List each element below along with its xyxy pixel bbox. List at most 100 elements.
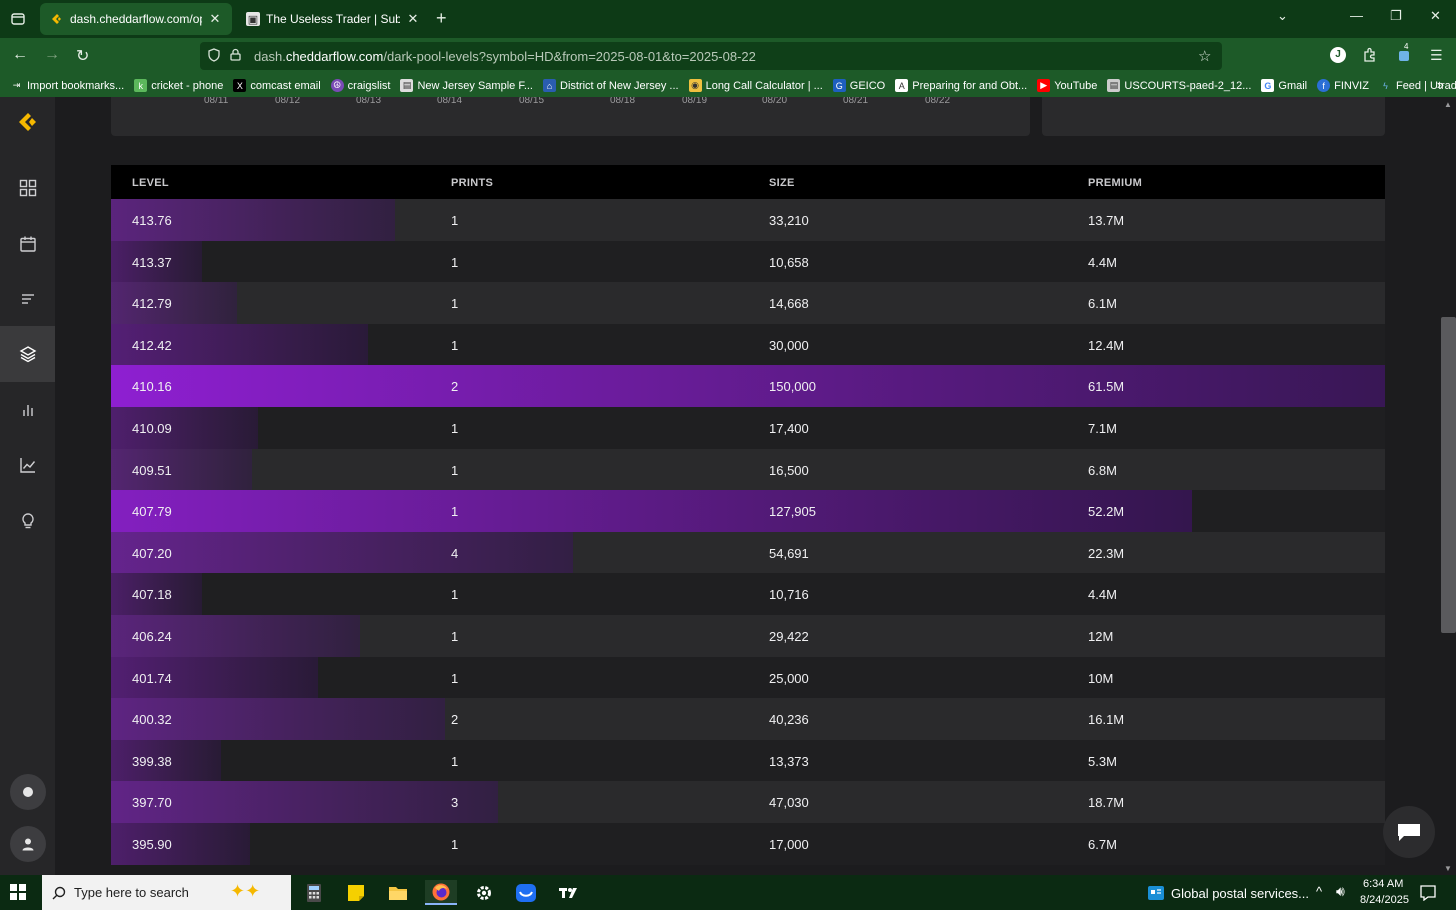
- document-icon: A: [895, 79, 909, 92]
- table-row[interactable]: 397.70 3 47,030 18.7M: [111, 781, 1385, 823]
- firefox-icon[interactable]: [425, 880, 457, 905]
- cell-level: 397.70: [132, 795, 172, 811]
- dark-pool-layers-icon[interactable]: [0, 326, 55, 382]
- bar-stats-icon[interactable]: [0, 382, 55, 438]
- table-row[interactable]: 413.37 1 10,658 4.4M: [111, 240, 1385, 283]
- windows-start-icon[interactable]: [10, 884, 26, 905]
- cell-prints: 1: [451, 587, 459, 603]
- volume-icon[interactable]: 🔊︎: [1336, 883, 1345, 900]
- bookmark-utradea[interactable]: ϟ Feed | Utradea: [1379, 79, 1456, 92]
- header-premium[interactable]: PREMIUM: [1088, 177, 1142, 189]
- bookmark-label: cricket - phone: [151, 79, 224, 92]
- app-blue-icon[interactable]: [510, 880, 542, 905]
- calculator-app-icon[interactable]: [298, 880, 330, 905]
- bookmark-craigslist[interactable]: ☮ craigslist: [330, 79, 390, 92]
- address-bar[interactable]: dash.cheddarflow.com/dark-pool-levels?sy…: [200, 42, 1222, 70]
- bookmark-long-call[interactable]: ◉ Long Call Calculator | ...: [688, 79, 823, 92]
- tab-cheddarflow[interactable]: dash.cheddarflow.com/options ✕: [40, 3, 232, 35]
- lightbulb-icon[interactable]: [0, 493, 55, 549]
- tray-chevron-icon[interactable]: ^: [1316, 884, 1322, 899]
- scroll-up-icon[interactable]: ▲: [1444, 100, 1452, 109]
- table-row[interactable]: 395.90 1 17,000 6.7M: [111, 822, 1385, 865]
- table-body: 413.76 1 33,210 13.7M 413.37 1 10,658 4.4M 412.7…: [111, 199, 1385, 865]
- bookmark-label: GEICO: [849, 79, 886, 92]
- bookmark-gmail[interactable]: G Gmail: [1261, 79, 1307, 92]
- table-row[interactable]: 412.42 1 30,000 12.4M: [111, 323, 1385, 366]
- clock-date[interactable]: 8/24/2025: [1360, 894, 1409, 906]
- dashboard-icon[interactable]: [0, 160, 55, 216]
- tab-dropdown-icon[interactable]: ⌄: [1277, 8, 1288, 24]
- notifications-icon[interactable]: [1412, 880, 1444, 905]
- table-row[interactable]: 410.09 1 17,400 7.1M: [111, 406, 1385, 449]
- news-headline[interactable]: Global postal services...: [1171, 886, 1309, 901]
- date-tick: 08/11: [204, 97, 229, 106]
- menu-icon[interactable]: ☰: [1430, 47, 1443, 64]
- table-row[interactable]: 412.79 1 14,668 6.1M: [111, 282, 1385, 324]
- bookmark-label: comcast email: [250, 79, 321, 92]
- profile-avatar[interactable]: J: [1330, 47, 1346, 63]
- bookmark-preparing[interactable]: A Preparing for and Obt...: [895, 79, 1027, 92]
- user-account-icon[interactable]: [10, 826, 46, 862]
- table-row[interactable]: 413.76 1 33,210 13.7M: [111, 199, 1385, 241]
- scrollbar-thumb[interactable]: [1441, 317, 1456, 633]
- scroll-down-icon[interactable]: ▼: [1444, 864, 1452, 873]
- bookmark-import[interactable]: ⇥ Import bookmarks...: [10, 79, 124, 92]
- bookmark-geico[interactable]: G GEICO: [832, 79, 886, 92]
- bookmark-district-nj[interactable]: ⌂ District of New Jersey ...: [543, 79, 679, 92]
- status-dot-icon[interactable]: [10, 774, 46, 810]
- header-level[interactable]: LEVEL: [132, 177, 169, 189]
- table-row[interactable]: 407.20 4 54,691 22.3M: [111, 531, 1385, 574]
- premium-bar: [111, 282, 238, 324]
- cell-level: 401.74: [132, 670, 172, 686]
- bookmark-comcast[interactable]: Xcomcast email: [233, 79, 321, 92]
- search-highlight-icon: ✦✦: [230, 881, 261, 901]
- tab-list-icon[interactable]: [8, 9, 28, 29]
- reload-icon[interactable]: ↻: [76, 46, 89, 66]
- close-window-icon[interactable]: ✕: [1430, 8, 1441, 24]
- chat-support-button[interactable]: [1383, 806, 1435, 858]
- date-tick: 08/19: [682, 97, 708, 106]
- taskbar-search-box[interactable]: Type here to search ✦✦: [42, 875, 291, 910]
- table-row[interactable]: 407.18 1 10,716 4.4M: [111, 573, 1385, 615]
- new-tab-icon[interactable]: +: [436, 8, 447, 29]
- sticky-notes-icon[interactable]: [340, 880, 372, 905]
- date-tick: 08/20: [762, 97, 788, 106]
- table-row[interactable]: 407.79 1 127,905 52.2M: [111, 490, 1385, 532]
- bookmark-finviz[interactable]: f FINVIZ: [1317, 79, 1369, 92]
- file-explorer-icon[interactable]: [382, 880, 414, 905]
- calendar-icon[interactable]: [0, 216, 55, 272]
- table-row[interactable]: 409.51 1 16,500 6.8M: [111, 448, 1385, 491]
- close-tab-icon[interactable]: ✕: [406, 11, 420, 27]
- tab-substack[interactable]: ▣ The Useless Trader | Substack ✕: [236, 3, 430, 35]
- table-row[interactable]: 400.32 2 40,236 16.1M: [111, 698, 1385, 740]
- header-prints[interactable]: PRINTS: [451, 177, 493, 189]
- tradingview-icon[interactable]: [553, 880, 585, 905]
- close-tab-icon[interactable]: ✕: [208, 11, 222, 27]
- bookmark-youtube[interactable]: ▶ YouTube: [1037, 79, 1097, 92]
- youtube-icon: ▶: [1037, 79, 1051, 92]
- header-size[interactable]: SIZE: [769, 177, 795, 189]
- extensions-icon[interactable]: [1362, 47, 1378, 66]
- settings-gear-icon[interactable]: [468, 880, 500, 905]
- clock-time[interactable]: 6:34 AM: [1363, 878, 1403, 890]
- minimize-icon[interactable]: —: [1350, 8, 1363, 23]
- lock-icon[interactable]: [230, 48, 241, 64]
- back-icon[interactable]: ←: [12, 46, 28, 64]
- table-row[interactable]: 410.16 2 150,000 61.5M: [111, 365, 1385, 407]
- news-widget-icon[interactable]: [1140, 880, 1172, 905]
- table-row[interactable]: 401.74 1 25,000 10M: [111, 656, 1385, 699]
- line-chart-icon[interactable]: [0, 437, 55, 493]
- restore-icon[interactable]: ❐: [1390, 8, 1402, 24]
- table-row[interactable]: 399.38 1 13,373 5.3M: [111, 739, 1385, 782]
- flow-list-icon[interactable]: [0, 271, 55, 327]
- bookmark-uscourts[interactable]: ▤ USCOURTS-paed-2_12...: [1107, 79, 1251, 92]
- bookmark-nj-sample[interactable]: ▤ New Jersey Sample F...: [400, 79, 533, 92]
- forward-icon[interactable]: →: [44, 46, 60, 64]
- bookmark-cricket[interactable]: k cricket - phone: [134, 79, 223, 92]
- bookmark-star-icon[interactable]: ☆: [1198, 47, 1211, 65]
- tracking-shield-icon[interactable]: [208, 48, 220, 65]
- bookmarks-overflow-icon[interactable]: »: [1437, 77, 1444, 92]
- table-row[interactable]: 406.24 1 29,422 12M: [111, 614, 1385, 657]
- cell-premium: 16.1M: [1088, 712, 1125, 728]
- cheddarflow-logo-icon[interactable]: [17, 111, 39, 133]
